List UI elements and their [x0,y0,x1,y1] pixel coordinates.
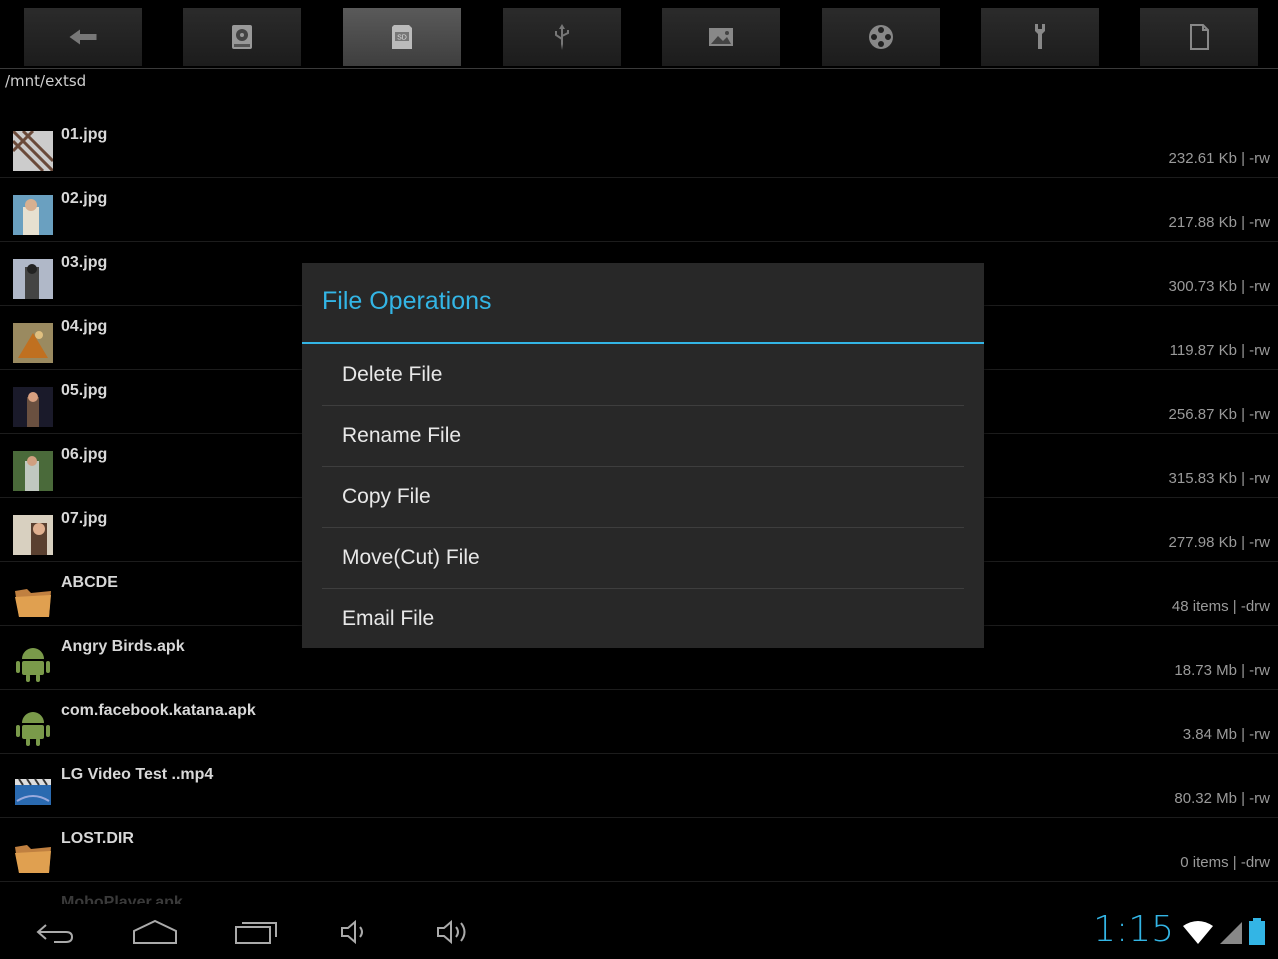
file-operations-dialog: File Operations Delete File Rename File … [302,263,984,648]
folder-icon [15,845,51,873]
back-icon [36,924,74,943]
file-row[interactable]: 02.jpg 217.88 Kb | -rw [0,178,1278,242]
move-file-option[interactable]: Move(Cut) File [322,528,964,589]
document-icon [1190,24,1209,50]
image-icon [709,28,733,46]
recent-apps-icon [235,922,277,944]
volume-down-button[interactable] [338,914,370,950]
video-button[interactable] [822,8,940,66]
file-name: 07.jpg [61,510,108,527]
wrench-icon [1035,24,1045,49]
image-thumbnail-icon [13,195,53,235]
file-info: 277.98 Kb | -rw [1168,534,1270,551]
file-name: 01.jpg [61,126,108,143]
file-name: 05.jpg [61,382,108,399]
file-name: 03.jpg [61,254,108,271]
email-file-option[interactable]: Email File [322,589,964,649]
nav-home-button[interactable] [130,914,180,950]
file-name: LOST.DIR [61,830,134,847]
video-clapper-icon [15,778,51,805]
file-info: 3.84 Mb | -rw [1182,726,1270,743]
battery-icon [1249,918,1265,945]
current-path: /mnt/extsd [5,72,87,90]
dialog-title-divider [302,342,984,344]
nav-recent-apps-button[interactable] [232,914,280,950]
file-row[interactable]: LG Video Test ..mp4 80.32 Mb | -rw [0,754,1278,818]
dialog-menu: Delete File Rename File Copy File Move(C… [322,345,964,649]
file-name: com.facebook.katana.apk [61,702,256,719]
hard-drive-icon [232,25,252,49]
file-info: 300.73 Kb | -rw [1168,278,1270,295]
back-arrow-icon [69,29,97,45]
sd-card-icon: SD [392,25,412,49]
android-icon [16,712,50,746]
file-info: 48 items | -drw [1171,598,1270,615]
home-icon [133,919,177,944]
file-info: 80.32 Mb | -rw [1174,790,1270,807]
wifi-icon [1183,921,1213,944]
status-clock[interactable]: 1:15 [1093,909,1174,950]
usb-button[interactable] [503,8,621,66]
tools-button[interactable] [981,8,1099,66]
image-thumbnail-icon [13,259,53,299]
file-info: 256.87 Kb | -rw [1168,406,1270,423]
back-button[interactable] [24,8,142,66]
file-name: 06.jpg [61,446,108,463]
svg-text:SD: SD [397,35,407,42]
file-row[interactable]: 01.jpg 232.61 Kb | -rw [0,114,1278,178]
status-icons[interactable] [1182,918,1266,946]
documents-button[interactable] [1140,8,1258,66]
file-name: 04.jpg [61,318,108,335]
file-name: Angry Birds.apk [61,638,185,655]
file-info: 18.73 Mb | -rw [1174,662,1270,679]
rename-file-option[interactable]: Rename File [322,406,964,467]
folder-row[interactable]: LOST.DIR 0 items | -drw [0,818,1278,882]
file-row[interactable]: com.facebook.katana.apk 3.84 Mb | -rw [0,690,1278,754]
android-icon [16,648,50,682]
image-thumbnail-icon [13,131,53,171]
file-name: LG Video Test ..mp4 [61,766,214,783]
usb-icon [555,24,569,50]
file-name: 02.jpg [61,190,108,207]
file-info: 119.87 Kb | -rw [1169,342,1270,359]
folder-icon [15,589,51,617]
image-thumbnail-icon [13,515,53,555]
image-thumbnail-icon [13,387,53,427]
file-info: 232.61 Kb | -rw [1168,150,1270,167]
copy-file-option[interactable]: Copy File [322,467,964,528]
internal-storage-button[interactable] [183,8,301,66]
image-thumbnail-icon [13,323,53,363]
nav-back-button[interactable] [34,914,76,950]
signal-icon [1220,922,1242,944]
file-info: 217.88 Kb | -rw [1168,214,1270,231]
volume-up-icon [437,919,466,945]
file-info: 315.83 Kb | -rw [1168,470,1270,487]
file-name: ABCDE [61,574,118,591]
system-navigation-bar: 1:15 [0,904,1278,959]
image-thumbnail-icon [13,451,53,491]
film-reel-icon [869,25,893,49]
images-button[interactable] [662,8,780,66]
delete-file-option[interactable]: Delete File [322,345,964,406]
file-info: 0 items | -drw [1180,854,1270,871]
volume-up-button[interactable] [434,914,474,950]
dialog-title: File Operations [322,287,492,315]
volume-down-icon [341,919,363,945]
top-toolbar: SD [0,0,1278,69]
sd-card-button[interactable]: SD [343,8,461,66]
